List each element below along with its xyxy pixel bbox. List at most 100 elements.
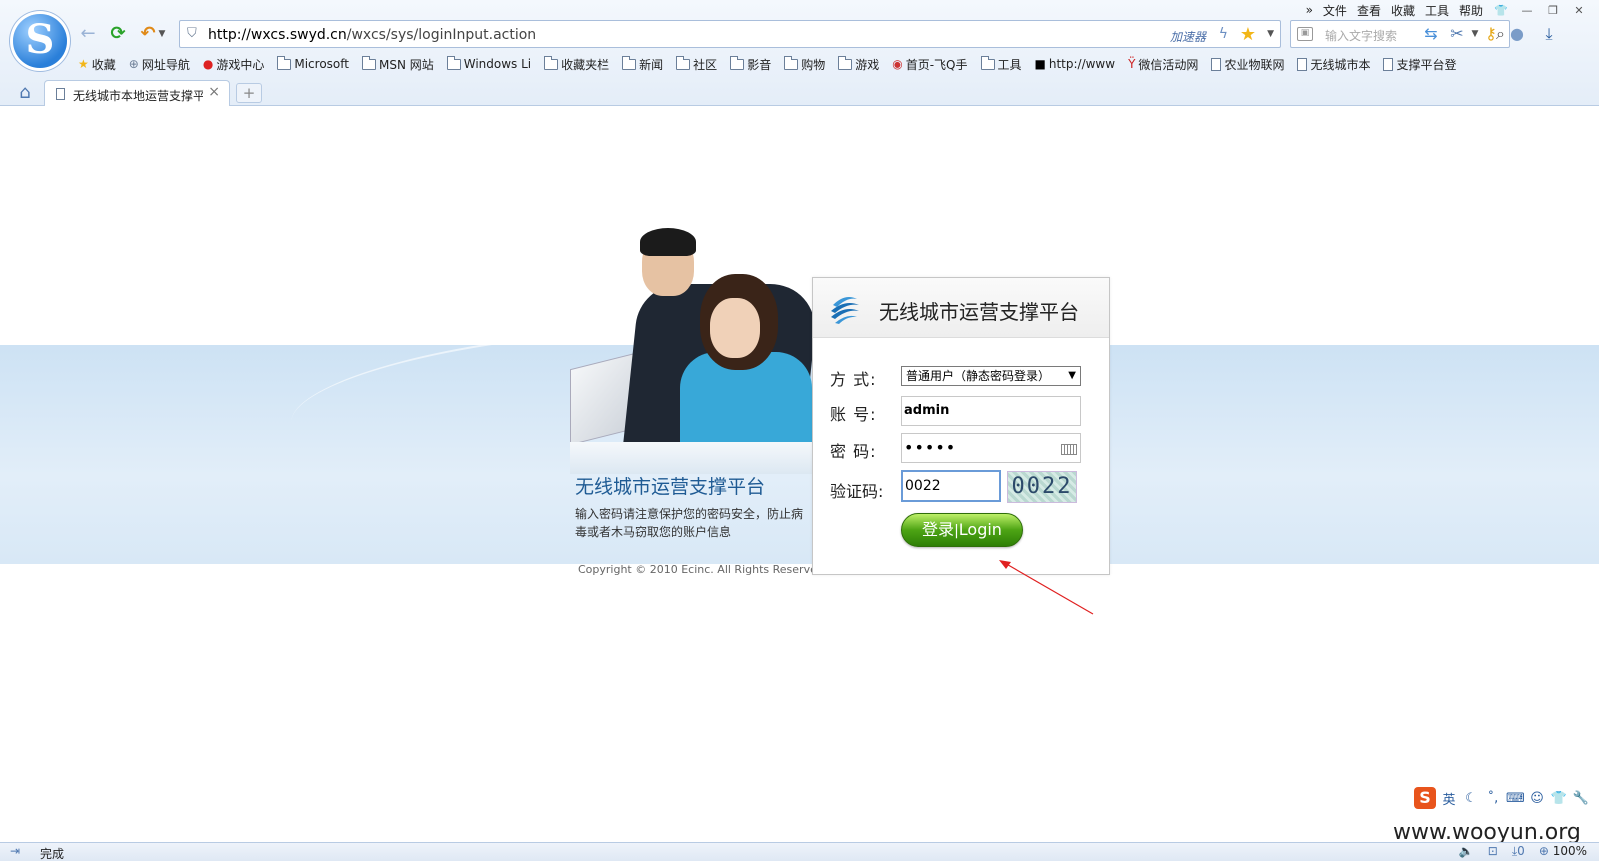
key-icon[interactable]: ⚷ — [1480, 23, 1502, 45]
moon-icon[interactable]: ☾ — [1462, 791, 1480, 806]
screenshot-icon[interactable]: ⊡ — [1488, 844, 1498, 859]
sogou-ime-logo-icon[interactable]: S — [1414, 787, 1436, 809]
ime-toolbar: S 英 ☾ ˚, ⌨ ☺ 👕 🔧 — [1414, 786, 1590, 810]
login-mode-select[interactable]: 普通用户（静态密码登录） ▼ — [901, 366, 1081, 386]
navigation-toolbar: ← ⟳ ↶ ▼ ⛉ http://wxcs.swyd.cn/wxcs/sys/l… — [76, 20, 1591, 48]
ime-mode[interactable]: 英 — [1440, 789, 1458, 808]
bookmark-item[interactable]: 农业物联网 — [1211, 56, 1284, 73]
folder-icon — [784, 55, 799, 70]
menu-favorites[interactable]: 收藏 — [1391, 2, 1415, 19]
menu-bar: » 文件 查看 收藏 工具 帮助 👕 — ❐ ✕ — [1306, 0, 1599, 20]
bookmark-item[interactable]: 收藏夹栏 — [544, 55, 609, 73]
folder-icon — [277, 55, 292, 70]
page-icon — [1211, 57, 1222, 71]
platform-title: 无线城市运营支撑平台 — [575, 476, 766, 498]
page-icon — [56, 88, 65, 100]
bookmark-item[interactable]: 支撑平台登 — [1383, 56, 1456, 73]
captcha-label: 验证码: — [830, 482, 884, 501]
shirt-icon[interactable]: 👕 — [1550, 791, 1568, 806]
bookmark-item[interactable]: ★ 收藏 — [78, 56, 116, 73]
sync-icon[interactable]: ⇆ — [1420, 23, 1442, 45]
bookmarks-bar: ★ 收藏 ⊕ 网址导航 ● 游戏中心 Microsoft MSN 网站 Windows… — [78, 54, 1456, 74]
tab-login-page[interactable]: 无线城市本地运营支撑平 × — [44, 80, 230, 107]
login-button[interactable]: 登录|Login — [901, 513, 1023, 547]
menu-help[interactable]: 帮助 — [1459, 2, 1483, 19]
folder-icon — [838, 55, 853, 70]
bookmark-item[interactable]: ◉ 首页-飞Q手 — [892, 56, 967, 73]
chat-icon[interactable]: ● — [1506, 23, 1528, 45]
menu-tools[interactable]: 工具 — [1425, 2, 1449, 19]
favorite-star-icon[interactable]: ★ — [1240, 24, 1256, 45]
folder-icon — [446, 55, 461, 70]
favorite-dropdown-icon[interactable]: ▼ — [1267, 29, 1274, 39]
bookmark-item[interactable]: Ÿ 微信活动网 — [1128, 56, 1198, 73]
volume-icon[interactable]: 🔈 — [1459, 844, 1474, 859]
tab-strip: ⌂ 无线城市本地运营支撑平 × + — [0, 80, 1599, 107]
red-annotation-arrow — [999, 560, 1094, 615]
address-bar[interactable]: ⛉ http://wxcs.swyd.cn/wxcs/sys/loginInpu… — [179, 20, 1281, 48]
punctuation-icon[interactable]: ˚, — [1484, 791, 1502, 806]
account-label: 账 号: — [830, 405, 877, 424]
menu-file[interactable]: 文件 — [1323, 2, 1347, 19]
download-manager-icon[interactable]: ⤓0 — [1512, 844, 1525, 859]
home-icon[interactable]: ⌂ — [14, 82, 36, 104]
lightning-icon[interactable]: ϟ — [1219, 26, 1228, 42]
new-tab-button[interactable]: + — [236, 83, 262, 103]
bookmark-item[interactable]: 社区 — [676, 55, 717, 73]
back-arrow-icon[interactable]: ← — [76, 22, 100, 46]
keyboard-icon[interactable]: ⌨ — [1506, 791, 1525, 806]
colorful-icon: ◉ — [892, 57, 903, 71]
folder-icon — [730, 55, 745, 70]
captcha-input[interactable]: 0022 — [901, 470, 1001, 502]
login-mode-value: 普通用户（静态密码登录） — [906, 369, 1051, 383]
bookmark-item[interactable]: MSN 网站 — [361, 55, 434, 73]
minimize-button[interactable]: — — [1519, 4, 1535, 17]
bookmark-item[interactable]: 工具 — [980, 55, 1022, 73]
security-shield-icon: ⛉ — [187, 26, 197, 41]
login-panel: 无线城市运营支撑平台 方 式: 普通用户（静态密码登录） ▼ 账 号: admi… — [812, 277, 1110, 575]
restore-button[interactable]: ❐ — [1545, 4, 1561, 17]
bookmark-item[interactable]: ⊕ 网址导航 — [129, 56, 190, 73]
close-tab-icon[interactable]: × — [208, 84, 220, 100]
user-icon[interactable]: ☺ — [1528, 791, 1546, 806]
close-window-button[interactable]: ✕ — [1571, 4, 1587, 17]
folder-icon — [676, 55, 691, 70]
zoom-control[interactable]: ⊕ 100% — [1539, 844, 1587, 859]
keyboard-icon[interactable] — [1061, 444, 1077, 455]
wrench-icon[interactable]: 🔧 — [1572, 791, 1590, 806]
account-input[interactable]: admin — [901, 396, 1081, 426]
sogou-browser-logo[interactable]: S — [13, 14, 67, 68]
menu-more[interactable]: » — [1306, 3, 1313, 17]
bookmark-item[interactable]: Windows Li — [446, 55, 531, 71]
folder-icon — [361, 55, 376, 70]
zoom-level: 100% — [1552, 844, 1587, 858]
bookmark-item[interactable]: ● 游戏中心 — [203, 56, 265, 73]
bookmark-item[interactable]: 购物 — [784, 55, 825, 73]
web-page: 无线城市运营支撑平台 输入密码请注意保护您的密码安全，防止病毒或者木马窃取您的账… — [0, 106, 1599, 842]
page-icon — [1383, 57, 1394, 71]
bookmark-item[interactable]: 无线城市本 — [1297, 56, 1370, 73]
refresh-icon[interactable]: ⟳ — [106, 22, 130, 46]
bookmark-item[interactable]: ■ http://www — [1035, 57, 1116, 71]
bookmark-item[interactable]: 影音 — [730, 55, 771, 73]
status-text: 完成 — [40, 847, 65, 861]
undo-dropdown-icon[interactable]: ▼ — [156, 22, 168, 46]
sidebar-toggle-icon[interactable]: ⇥ — [10, 844, 20, 858]
bookmark-item[interactable]: 游戏 — [838, 55, 879, 73]
menu-view[interactable]: 查看 — [1357, 2, 1381, 19]
download-icon[interactable]: ⤓ — [1538, 23, 1560, 45]
globe-icon: ⊕ — [128, 57, 139, 71]
tab-title: 无线城市本地运营支撑平 — [73, 89, 203, 103]
skin-icon[interactable]: 👕 — [1493, 4, 1509, 17]
password-input[interactable]: ••••• — [901, 433, 1081, 463]
status-tools: 🔈 ⊡ ⤓0 ⊕ 100% — [1459, 844, 1587, 859]
login-button-cn: 登录 — [922, 520, 955, 539]
captcha-image[interactable]: 0022 — [1007, 471, 1077, 503]
search-engine-icon[interactable]: ▣ — [1297, 27, 1313, 41]
page-icon — [1297, 57, 1308, 71]
bookmark-item[interactable]: 新闻 — [622, 55, 663, 73]
url-text[interactable]: http://wxcs.swyd.cn/wxcs/sys/loginInput.… — [208, 27, 536, 43]
accelerator-label[interactable]: 加速器 — [1170, 28, 1206, 45]
bookmark-item[interactable]: Microsoft — [277, 55, 349, 71]
status-bar: ⇥ 完成 🔈 ⊡ ⤓0 ⊕ 100% — [0, 842, 1599, 861]
